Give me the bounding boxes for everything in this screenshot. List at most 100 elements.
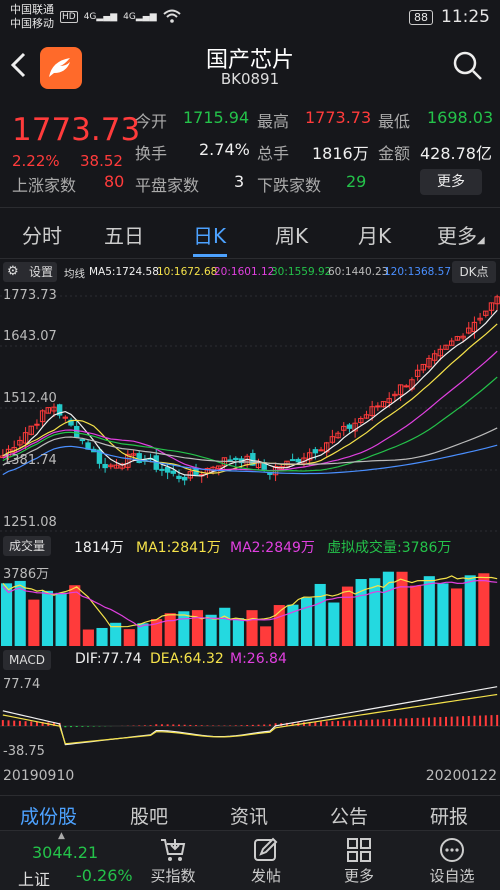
- volume-bar: [396, 571, 408, 646]
- volume-bar: [1, 583, 13, 646]
- stat-label: 总手: [257, 144, 290, 163]
- candle: [289, 459, 296, 462]
- settings-button[interactable]: ⚙ 设置: [3, 262, 57, 282]
- ma-value: 10:1672.68: [157, 266, 218, 278]
- tab-forum[interactable]: 股吧: [130, 802, 168, 829]
- virtual-volume: 虚拟成交量:3786万: [327, 540, 452, 556]
- quote-summary: 1773.73 2.22% 38.52 今开 1715.94 最高 1773.7…: [0, 102, 500, 207]
- candle: [346, 424, 353, 429]
- bottom-dock: ▲ 3044.21 上证 -0.26% 买指数 发帖 更多 设自选: [0, 830, 500, 890]
- candle: [295, 458, 301, 463]
- buy-index-button[interactable]: 买指数: [133, 831, 213, 890]
- tab-more[interactable]: 更多◢: [437, 220, 485, 249]
- dropdown-icon: ◢: [477, 235, 485, 246]
- carrier-2: 中国移动: [10, 17, 54, 30]
- bottom-tabs: 成份股 股吧 资讯 公告 研报: [0, 795, 500, 830]
- index-ticker[interactable]: ▲ 3044.21 上证 -0.26%: [0, 831, 133, 890]
- volume-bar: [301, 597, 313, 646]
- ma-title: 均线: [64, 268, 85, 280]
- stat-value: 1773.73: [305, 108, 372, 127]
- candle: [34, 423, 40, 426]
- volume-svg: [1, 571, 498, 646]
- stat-value: 1698.03: [427, 108, 494, 127]
- volume-bar: [82, 629, 94, 646]
- stat-value: 29: [346, 172, 367, 191]
- candle: [227, 459, 233, 462]
- tab-five-day[interactable]: 五日: [104, 220, 144, 249]
- index-value: 3044.21: [32, 843, 99, 862]
- tab-announcements[interactable]: 公告: [330, 802, 368, 829]
- volume-bar: [410, 585, 422, 646]
- index-change: -0.26%: [76, 866, 133, 885]
- volume-bar: [178, 611, 190, 646]
- candle: [136, 453, 142, 464]
- stat-label: 金额: [378, 144, 411, 163]
- y-axis-label: 1643.07: [3, 329, 57, 344]
- macd-m: M:26.84: [230, 651, 287, 667]
- stat-label: 下跌家数: [257, 176, 322, 195]
- dots-icon: [440, 838, 464, 862]
- macd-indicator-button[interactable]: MACD: [3, 650, 51, 670]
- tab-intraday[interactable]: 分时: [22, 220, 62, 249]
- stat-label: 今开: [135, 112, 168, 131]
- candle: [181, 476, 188, 481]
- y-axis-label: 1251.08: [3, 515, 57, 530]
- macd-axis-bottom: -38.75: [3, 744, 45, 759]
- page-header: 国产芯片 BK0891: [0, 34, 500, 102]
- kline-svg: [0, 294, 500, 532]
- candle: [233, 457, 239, 461]
- y-axis-label: 1512.40: [3, 391, 57, 406]
- y-axis-label: 1773.73: [3, 288, 57, 303]
- volume-bar: [123, 629, 135, 646]
- search-icon[interactable]: [452, 50, 484, 86]
- volume-bar: [464, 575, 476, 646]
- volume-chart[interactable]: 3786万: [0, 560, 500, 646]
- tab-monthly-k[interactable]: 月K: [358, 220, 391, 249]
- kline-chart[interactable]: 1773.73 1643.07 1512.40 1381.74 1251.08: [0, 284, 500, 532]
- signal-icon-1: 4G▂▄▆: [83, 12, 118, 22]
- change-value: 38.52: [80, 152, 123, 170]
- stat-label: 上涨家数: [12, 176, 77, 195]
- candle: [318, 449, 324, 452]
- add-watchlist-button[interactable]: 设自选: [412, 831, 492, 890]
- ma-value: 30:1559.92: [271, 266, 332, 278]
- more-stats-button[interactable]: 更多: [420, 169, 482, 195]
- tab-daily-k[interactable]: 日K: [193, 220, 226, 249]
- tab-research[interactable]: 研报: [430, 802, 468, 829]
- y-axis-label: 1381.74: [3, 453, 57, 468]
- carrier-info: 中国联通 中国移动: [10, 3, 54, 31]
- candle: [164, 466, 171, 473]
- macd-header: MACD DIF:77.74 DEA:64.32 M:26.84: [0, 648, 500, 672]
- tab-constituents[interactable]: 成份股: [20, 802, 77, 829]
- cart-icon: [161, 839, 186, 861]
- triangle-up-icon: ▲: [58, 831, 65, 841]
- more-button[interactable]: 更多: [319, 831, 399, 890]
- macd-chart[interactable]: 77.74 -38.75 20190910 20200122: [0, 674, 500, 792]
- volume-bar: [423, 576, 435, 646]
- candle: [176, 475, 182, 479]
- status-bar: 中国联通 中国移动 HD 4G▂▄▆ 4G▂▄▆ 88 11:25: [0, 0, 500, 34]
- grid-icon: [347, 838, 371, 862]
- volume-axis-top: 3786万: [3, 567, 50, 582]
- macd-axis-top: 77.74: [3, 677, 41, 692]
- volume-indicator-button[interactable]: 成交量: [3, 536, 52, 556]
- volume-bar: [55, 592, 67, 646]
- change-percent: 2.22%: [12, 152, 60, 170]
- candle: [312, 449, 319, 454]
- dk-point-button[interactable]: DK点: [452, 261, 496, 283]
- volume-bar: [41, 590, 54, 646]
- tab-news[interactable]: 资讯: [230, 802, 268, 829]
- volume-bar: [164, 613, 176, 646]
- candle: [79, 439, 86, 442]
- volume-bar: [28, 599, 40, 646]
- macd-svg: [0, 686, 500, 746]
- current-price: 1773.73: [12, 112, 141, 148]
- volume-bar: [328, 602, 340, 646]
- post-button[interactable]: 发帖: [226, 831, 306, 890]
- tab-weekly-k[interactable]: 周K: [275, 220, 308, 249]
- volume-bar: [478, 573, 490, 646]
- stat-label: 最低: [378, 112, 411, 131]
- date-start: 20190910: [3, 768, 75, 784]
- volume-value: 1814万: [74, 540, 124, 556]
- stat-label: 最高: [257, 112, 290, 131]
